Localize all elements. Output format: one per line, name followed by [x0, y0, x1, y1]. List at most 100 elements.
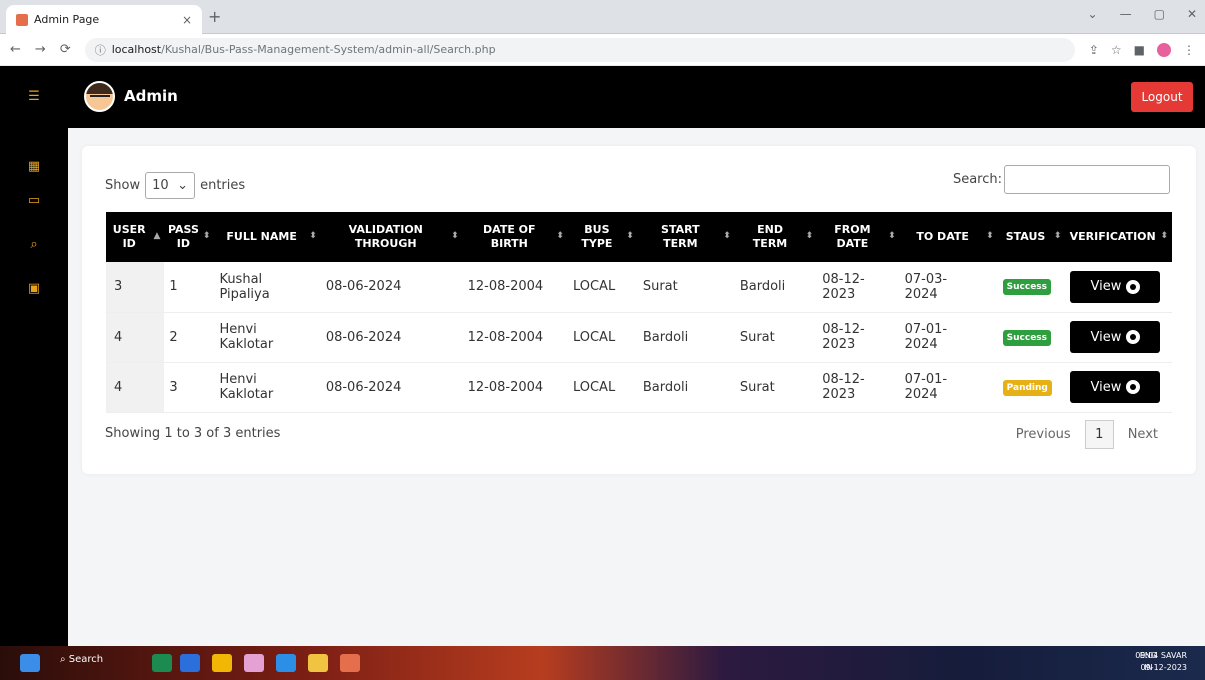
taskbar-search[interactable]: ⌕ Search — [60, 654, 103, 665]
cell-end-term: Surat — [734, 362, 818, 413]
cell-verification: View — [1065, 262, 1172, 313]
chevron-down-icon: ⌄ — [177, 178, 189, 193]
search-label: Search: — [952, 172, 1002, 187]
sort-icon: ⬍ — [556, 231, 564, 241]
col-header-pass-id[interactable]: PASS ID ⬍ — [164, 212, 215, 262]
close-window-icon[interactable]: ✕ — [1187, 7, 1197, 21]
cell-validation: 08-06-2024 — [320, 262, 463, 313]
sort-icon: ⬍ — [309, 231, 317, 241]
search-icon[interactable]: ⌕ — [24, 234, 44, 254]
address-bar[interactable]: ⓘ localhost/Kushal/Bus-Pass-Management-S… — [84, 37, 1075, 62]
sort-icon: ⬍ — [986, 231, 994, 241]
info-icon[interactable]: ⓘ — [95, 42, 106, 58]
taskbar-app-icon[interactable] — [244, 654, 264, 672]
cell-validation: 08-06-2024 — [320, 362, 463, 413]
vscode-icon[interactable] — [276, 654, 296, 672]
cell-dob: 12-08-2004 — [462, 312, 568, 363]
clock[interactable]: 09:04 SAVAR 09-12-2023 — [1135, 650, 1187, 674]
col-header-from-date[interactable]: FROM DATE ⬍ — [817, 212, 900, 262]
browser-tab-strip: Admin Page × + ⌄ — ▢ ✕ — [0, 0, 1205, 34]
cell-to-date: 07-01- 2024 — [899, 362, 998, 413]
star-icon[interactable]: ☆ — [1111, 43, 1122, 57]
col-header-dob[interactable]: DATE OF BIRTH ⬍ — [462, 212, 568, 262]
col-header-verification[interactable]: VERIFICATION ⬍ — [1065, 212, 1172, 262]
col-header-end-term[interactable]: END TERM ⬍ — [734, 212, 818, 262]
table-header-row: USER ID ▲ PASS ID ⬍ FULL NAME ⬍ VALIDATION THR… — [106, 212, 1172, 262]
col-header-bus-type[interactable]: BUS TYPE ⬍ — [567, 212, 638, 262]
cell-dob: 12-08-2004 — [462, 262, 568, 313]
entries-select[interactable]: 10 ⌄ — [145, 172, 196, 199]
table-row: 3 1 Kushal Pipaliya 08-06-2024 12-08-2004… — [106, 262, 1172, 313]
chat-icon[interactable]: ▭ — [24, 190, 44, 210]
cell-verification: View — [1065, 362, 1172, 413]
search-control: Search: — [953, 165, 1170, 194]
col-header-user-id[interactable]: USER ID ▲ — [106, 212, 165, 262]
sort-icon: ⬍ — [723, 231, 731, 241]
new-tab-icon[interactable]: + — [208, 7, 221, 26]
windows-start-icon[interactable] — [20, 654, 40, 672]
share-icon[interactable]: ⇪ — [1089, 43, 1099, 57]
cell-from-date: 08-12-2023 — [817, 362, 900, 413]
table-info: Showing 1 to 3 of 3 entries — [105, 426, 281, 441]
os-taskbar: ⌕ Search ENG IN 09:04 SAVAR 09-12-2023 — [0, 646, 1205, 680]
view-button[interactable]: View — [1070, 371, 1161, 403]
minimize-icon[interactable]: — — [1120, 7, 1132, 21]
col-header-status[interactable]: STAUS ⬍ — [997, 212, 1066, 262]
url-host: localhost — [111, 43, 162, 56]
col-header-full-name[interactable]: FULL NAME ⬍ — [214, 212, 321, 262]
cell-full-name: Kushal Pipaliya — [214, 262, 321, 313]
dashboard-icon[interactable]: ▦ — [24, 156, 44, 176]
top-header: Admin Logout — [68, 66, 1205, 128]
cell-bus-type: LOCAL — [567, 312, 638, 363]
taskbar-app-icon[interactable] — [152, 654, 172, 672]
status-badge: Success — [1002, 329, 1052, 346]
col-header-validation[interactable]: VALIDATION THROUGH ⬍ — [320, 212, 463, 262]
pagination: Previous 1 Next — [1016, 420, 1158, 449]
tab-close-icon[interactable]: × — [182, 13, 192, 27]
maximize-icon[interactable]: ▢ — [1154, 7, 1165, 21]
url-path: /Kushal/Bus-Pass-Management-System/admin… — [161, 43, 496, 56]
cell-validation: 08-06-2024 — [320, 312, 463, 363]
reload-icon[interactable]: ⟳ — [60, 42, 71, 57]
status-badge: Success — [1002, 279, 1052, 296]
admin-avatar — [84, 81, 115, 112]
browser-tab[interactable]: Admin Page × — [6, 5, 202, 34]
sidepanel-icon[interactable]: ■ — [1134, 43, 1145, 57]
profile-avatar-icon[interactable] — [1157, 42, 1171, 57]
xampp-icon[interactable] — [340, 654, 360, 672]
col-header-to-date[interactable]: TO DATE ⬍ — [899, 212, 998, 262]
browser-toolbar: ← → ⟳ ⓘ localhost/Kushal/Bus-Pass-Manage… — [0, 34, 1205, 66]
entries-value: 10 — [152, 178, 169, 193]
taskbar-app-icon[interactable] — [180, 654, 200, 672]
back-arrow-icon[interactable]: ← — [10, 42, 21, 57]
cell-to-date: 07-01- 2024 — [899, 312, 998, 363]
browser-actions: ⇪ ☆ ■ ⋮ — [1089, 42, 1195, 57]
table-row: 4 3 Henvi Kaklotar 08-06-2024 12-08-2004 … — [106, 362, 1172, 413]
sort-icon: ⬍ — [1053, 231, 1062, 241]
view-button[interactable]: View — [1070, 321, 1161, 353]
logout-button[interactable]: Logout — [1131, 82, 1193, 112]
chevron-down-icon[interactable]: ⌄ — [1088, 7, 1098, 21]
menu-icon[interactable]: ☰ — [24, 86, 44, 106]
forward-arrow-icon[interactable]: → — [35, 42, 46, 57]
chrome-icon[interactable] — [308, 654, 328, 672]
sort-icon: ⬍ — [626, 231, 634, 241]
search-input[interactable] — [1004, 165, 1170, 194]
page-1-button[interactable]: 1 — [1084, 420, 1114, 449]
eye-icon — [1126, 279, 1141, 294]
report-icon[interactable]: ▣ — [24, 278, 44, 298]
tab-title: Admin Page — [34, 13, 100, 26]
cell-start-term: Surat — [637, 262, 735, 313]
folder-icon[interactable] — [212, 654, 232, 672]
previous-button[interactable]: Previous — [1016, 427, 1071, 442]
view-button[interactable]: View — [1070, 270, 1161, 303]
kebab-menu-icon[interactable]: ⋮ — [1183, 43, 1195, 57]
main-content: Show 10 ⌄ entries Search: USER ID ▲ PASS ID… — [68, 128, 1205, 646]
cell-start-term: Bardoli — [637, 362, 735, 413]
eye-icon — [1126, 380, 1141, 394]
col-header-start-term[interactable]: START TERM ⬍ — [637, 212, 735, 262]
next-button[interactable]: Next — [1128, 427, 1158, 442]
cell-pass-id: 3 — [164, 362, 215, 413]
status-badge: Panding — [1002, 379, 1052, 396]
page-title: Admin — [124, 87, 178, 105]
